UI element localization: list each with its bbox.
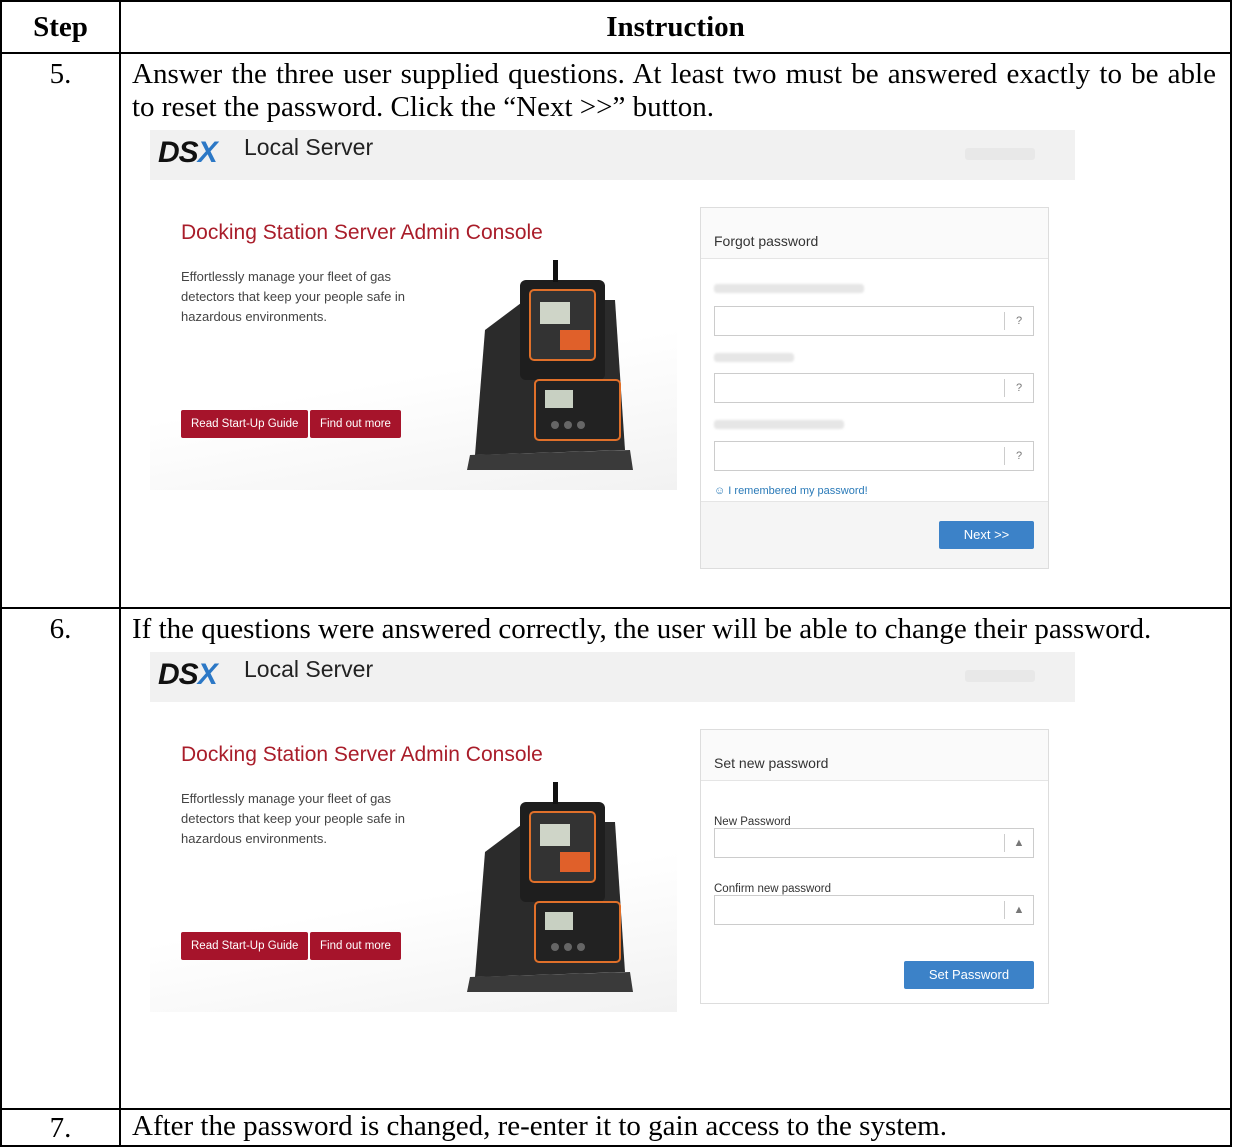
- lock-icon: ▲: [1004, 834, 1033, 852]
- card-title: Set new password: [714, 755, 829, 771]
- find-out-more-button[interactable]: Find out more: [310, 410, 401, 438]
- question-3-label: [714, 420, 844, 429]
- step-instruction: If the questions were answered correctly…: [119, 607, 1232, 1110]
- instruction-text: After the password is changed, re-enter …: [132, 1110, 947, 1142]
- card-footer: Next >>: [701, 501, 1048, 568]
- app-title: Local Server: [244, 134, 374, 160]
- hero-title: Docking Station Server Admin Console: [181, 221, 543, 244]
- hero-description: Effortlessly manage your fleet of gas de…: [181, 269, 406, 324]
- hero-panel: Docking Station Server Admin Console Eff…: [150, 180, 677, 490]
- instruction-text: If the questions were answered correctly…: [132, 613, 1152, 645]
- step-number: 6.: [0, 607, 121, 1110]
- question-3-input[interactable]: ?: [714, 441, 1034, 471]
- help-icon: ?: [1004, 447, 1033, 465]
- header-instruction: Instruction: [119, 0, 1232, 54]
- confirm-password-input[interactable]: ▲: [714, 895, 1034, 925]
- screenshot-forgot-password: DSX DOCKING STATION Local Server Docking…: [150, 130, 1075, 590]
- screenshot-set-password: DSX DOCKING STATION Local Server Docking…: [150, 652, 1075, 1052]
- question-1-label: [714, 284, 864, 293]
- read-guide-button[interactable]: Read Start-Up Guide: [181, 410, 309, 438]
- card-title: Forgot password: [714, 233, 819, 249]
- header-blurred-item: [965, 670, 1035, 682]
- next-button[interactable]: Next >>: [939, 521, 1034, 549]
- question-2-input[interactable]: ?: [714, 373, 1034, 403]
- header-step: Step: [0, 0, 121, 54]
- step-number: 7.: [0, 1108, 121, 1147]
- forgot-password-card: Forgot password ? ? ? ☺ I remembered my …: [700, 207, 1049, 569]
- step-instruction: After the password is changed, re-enter …: [119, 1108, 1232, 1147]
- step-number: 5.: [0, 52, 121, 609]
- lock-icon: ▲: [1004, 901, 1033, 919]
- docking-station-image: [467, 260, 633, 470]
- header-blurred-item: [965, 148, 1035, 160]
- find-out-more-button[interactable]: Find out more: [310, 932, 401, 960]
- hero-panel: Docking Station Server Admin Console Eff…: [150, 702, 677, 1012]
- step-instruction: Answer the three user supplied questions…: [119, 52, 1232, 609]
- instruction-table: Step Instruction 5. Answer the three use…: [0, 0, 1232, 1147]
- help-icon: ?: [1004, 312, 1033, 330]
- instruction-text: Answer the three user supplied questions…: [132, 58, 1216, 123]
- hero-title: Docking Station Server Admin Console: [181, 743, 543, 766]
- help-icon: ?: [1004, 379, 1033, 397]
- hero-description: Effortlessly manage your fleet of gas de…: [181, 791, 406, 846]
- app-header: DSX DOCKING STATION Local Server: [150, 130, 1075, 186]
- docking-station-image: [467, 782, 633, 992]
- question-1-input[interactable]: ?: [714, 306, 1034, 336]
- question-2-label: [714, 353, 794, 362]
- new-password-input[interactable]: ▲: [714, 828, 1034, 858]
- set-password-button[interactable]: Set Password: [904, 961, 1034, 989]
- set-password-card: Set new password New Password ▲ Confirm …: [700, 729, 1049, 1004]
- read-guide-button[interactable]: Read Start-Up Guide: [181, 932, 309, 960]
- app-header: DSX DOCKING STATION Local Server: [150, 652, 1075, 708]
- app-title: Local Server: [244, 656, 374, 682]
